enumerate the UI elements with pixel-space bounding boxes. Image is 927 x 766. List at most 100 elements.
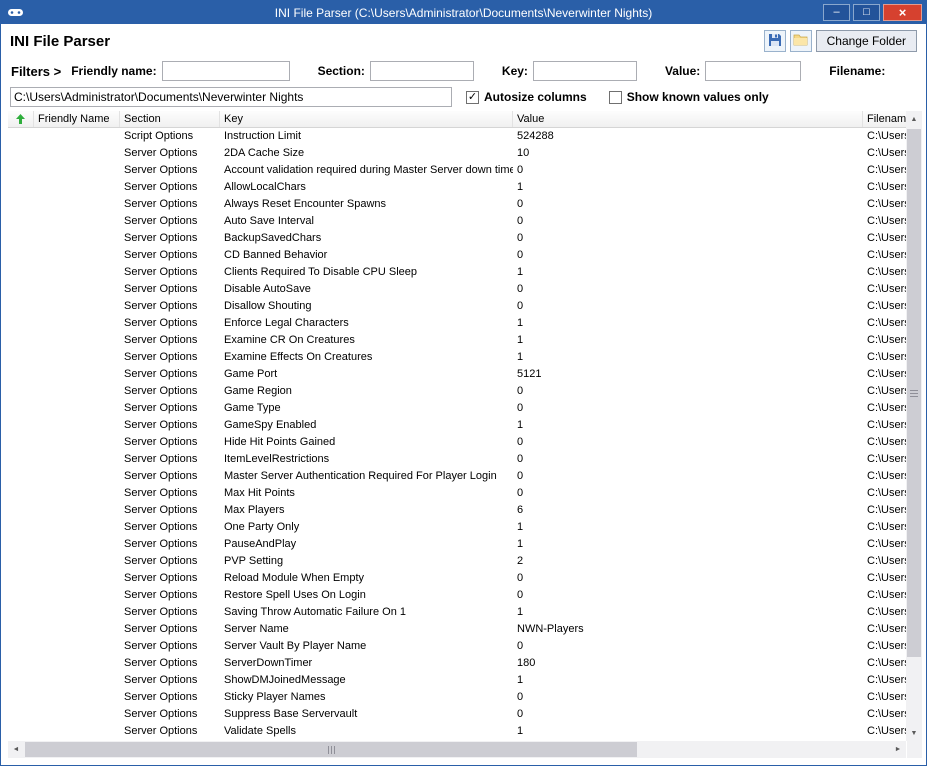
cell[interactable]: [8, 519, 34, 536]
cell[interactable]: [34, 417, 120, 434]
cell[interactable]: [8, 553, 34, 570]
table-row[interactable]: Server Options Sticky Player Names 0 C:\Use…: [8, 689, 906, 706]
cell[interactable]: C:\Users\: [863, 706, 906, 723]
table-row[interactable]: Server OptionsGame Port5121C:\Users\: [8, 366, 906, 383]
table-row[interactable]: Server Options Server Name NWN-Players C:\U…: [8, 621, 906, 638]
cell[interactable]: C:\Users\: [863, 230, 906, 247]
table-row[interactable]: Server Options Reload Module When Empty 0 C…: [8, 570, 906, 587]
cell[interactable]: [8, 128, 34, 145]
table-row[interactable]: Server Options Examine Effects On Creatur…: [8, 349, 906, 366]
table-row[interactable]: Server Options Clients Required To Disabl…: [8, 264, 906, 281]
cell[interactable]: [34, 502, 120, 519]
cell[interactable]: [8, 366, 34, 383]
close-button[interactable]: ×: [883, 4, 922, 21]
cell[interactable]: Server Options: [120, 162, 220, 179]
cell[interactable]: 2DA Cache Size: [220, 145, 513, 162]
table-row[interactable]: Server OptionsGame Type0C:\Users\: [8, 400, 906, 417]
table-row[interactable]: Server Options Server Vault By Player Nam…: [8, 638, 906, 655]
column-header-filename[interactable]: Filename: [863, 111, 906, 127]
cell[interactable]: [34, 247, 120, 264]
cell[interactable]: Server Options: [120, 638, 220, 655]
cell[interactable]: 0: [513, 587, 863, 604]
cell[interactable]: [8, 655, 34, 672]
cell[interactable]: [34, 672, 120, 689]
cell[interactable]: Server Options: [120, 145, 220, 162]
friendly-name-filter-input[interactable]: [161, 61, 290, 81]
cell[interactable]: [34, 723, 120, 740]
cell[interactable]: C:\Users\: [863, 332, 906, 349]
cell[interactable]: Server Options: [120, 230, 220, 247]
cell[interactable]: Enforce Legal Characters: [220, 315, 513, 332]
cell[interactable]: C:\Users\: [863, 145, 906, 162]
cell[interactable]: [8, 298, 34, 315]
cell[interactable]: Server Options: [120, 383, 220, 400]
cell[interactable]: Game Port: [220, 366, 513, 383]
cell[interactable]: 0: [513, 298, 863, 315]
cell[interactable]: [34, 621, 120, 638]
table-row[interactable]: Server Options Saving Throw Automatic Fai…: [8, 604, 906, 621]
cell[interactable]: C:\Users\: [863, 502, 906, 519]
cell[interactable]: C:\Users\: [863, 604, 906, 621]
cell[interactable]: [8, 315, 34, 332]
cell[interactable]: [8, 587, 34, 604]
cell[interactable]: [8, 604, 34, 621]
cell[interactable]: [34, 145, 120, 162]
cell[interactable]: BackupSavedChars: [220, 230, 513, 247]
cell[interactable]: 0: [513, 400, 863, 417]
cell[interactable]: C:\Users\: [863, 196, 906, 213]
cell[interactable]: [34, 536, 120, 553]
cell[interactable]: C:\Users\: [863, 264, 906, 281]
cell[interactable]: Server Options: [120, 604, 220, 621]
cell[interactable]: Auto Save Interval: [220, 213, 513, 230]
vertical-scrollbar[interactable]: ▲ ▼: [906, 111, 922, 741]
cell[interactable]: [8, 162, 34, 179]
cell[interactable]: Server Name: [220, 621, 513, 638]
cell[interactable]: GameSpy Enabled: [220, 417, 513, 434]
table-row[interactable]: Server OptionsDisallow Shouting0C:\Users…: [8, 298, 906, 315]
table-row[interactable]: Server OptionsAllowLocalChars1C:\Users\: [8, 179, 906, 196]
cell[interactable]: 0: [513, 383, 863, 400]
cell[interactable]: Server Options: [120, 332, 220, 349]
cell[interactable]: [34, 128, 120, 145]
cell[interactable]: ShowDMJoinedMessage: [220, 672, 513, 689]
cell[interactable]: 1: [513, 604, 863, 621]
cell[interactable]: C:\Users\: [863, 400, 906, 417]
change-folder-button[interactable]: Change Folder: [815, 30, 917, 52]
cell[interactable]: 0: [513, 689, 863, 706]
table-row[interactable]: Server Options Master Server Authenticati…: [8, 468, 906, 485]
cell[interactable]: Server Options: [120, 706, 220, 723]
cell[interactable]: [8, 145, 34, 162]
cell[interactable]: [34, 689, 120, 706]
table-row[interactable]: Server Options ShowDMJoinedMessage 1 C:\Use…: [8, 672, 906, 689]
cell[interactable]: [34, 604, 120, 621]
cell[interactable]: C:\Users\: [863, 519, 906, 536]
cell[interactable]: C:\Users\: [863, 451, 906, 468]
scroll-up-icon[interactable]: ▲: [906, 111, 922, 127]
cell[interactable]: [8, 247, 34, 264]
cell[interactable]: Server Options: [120, 536, 220, 553]
table-row[interactable]: Server OptionsDisable AutoSave0C:\Users\: [8, 281, 906, 298]
cell[interactable]: Server Options: [120, 587, 220, 604]
cell[interactable]: 0: [513, 706, 863, 723]
cell[interactable]: Suppress Base Servervault: [220, 706, 513, 723]
cell[interactable]: Server Options: [120, 723, 220, 740]
cell[interactable]: Server Options: [120, 502, 220, 519]
cell[interactable]: [8, 230, 34, 247]
cell[interactable]: [8, 536, 34, 553]
cell[interactable]: Server Options: [120, 621, 220, 638]
cell[interactable]: Server Options: [120, 264, 220, 281]
cell[interactable]: Max Hit Points: [220, 485, 513, 502]
cell[interactable]: Account validation required during Maste…: [220, 162, 513, 179]
cell[interactable]: C:\Users\: [863, 587, 906, 604]
cell[interactable]: C:\Users\: [863, 162, 906, 179]
cell[interactable]: 0: [513, 230, 863, 247]
table-row[interactable]: Server Options ItemLevelRestrictions 0 C:\U…: [8, 451, 906, 468]
cell[interactable]: Server Options: [120, 400, 220, 417]
cell[interactable]: [8, 196, 34, 213]
table-row[interactable]: Server Options Always Reset Encounter Spa…: [8, 196, 906, 213]
section-filter-input[interactable]: [369, 61, 474, 81]
cell[interactable]: [34, 570, 120, 587]
table-row[interactable]: Server Options Restore Spell Uses On Logi…: [8, 587, 906, 604]
cell[interactable]: Server Options: [120, 553, 220, 570]
cell[interactable]: 5121: [513, 366, 863, 383]
